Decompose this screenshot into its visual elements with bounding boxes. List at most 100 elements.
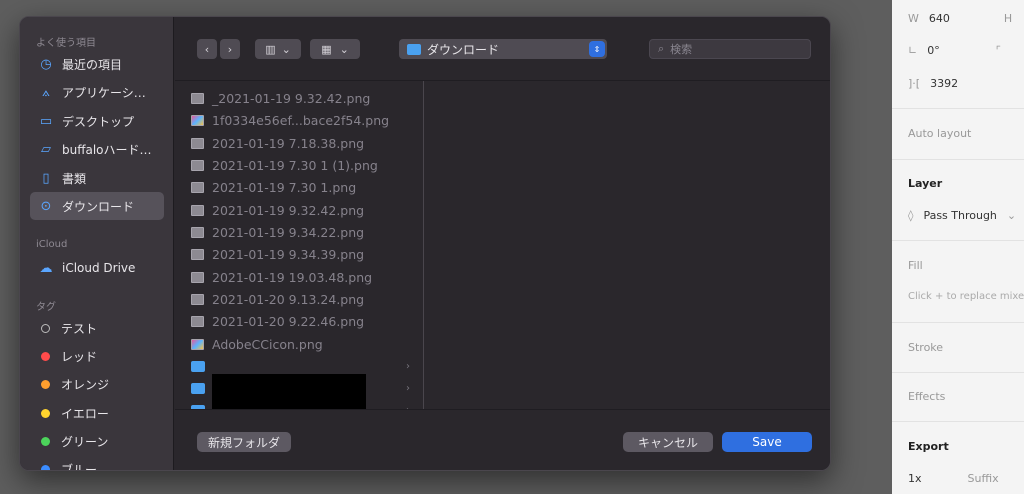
folder-item[interactable]: › [191,356,423,376]
sidebar-item-label: デスクトップ [62,114,135,129]
file-item[interactable]: 2021-01-19 7.30 1.png [191,177,356,197]
forward-button[interactable]: › [220,39,240,59]
save-button[interactable]: Save [722,432,812,452]
chevron-right-icon: › [406,382,410,394]
properties-panel: W 640 H ∟ 0° ⌜ ]·[ 3392 Auto layout Laye… [892,0,1024,494]
folder-icon [407,43,421,55]
columns-icon: ▥ [265,42,276,56]
rotation-value[interactable]: 0° [927,44,940,57]
width-value[interactable]: 640 [929,12,950,25]
dialog-bottom-bar: 新規フォルダ キャンセル Save [175,409,830,470]
file-item[interactable]: _2021-01-19 9.32.42.png [191,88,370,108]
folder-icon [191,382,205,394]
sidebar-item-icloud-drive[interactable]: ☁ iCloud Drive [30,254,164,282]
file-item[interactable]: 1f0334e56ef...bace2f54.png [191,110,389,130]
sidebar-item-downloads[interactable]: ⊙ ダウンロード [30,192,164,220]
fill-section-title: Fill [908,259,923,272]
cancel-button[interactable]: キャンセル [623,432,713,452]
file-item[interactable]: 2021-01-19 9.34.39.png [191,244,364,264]
divider [892,372,1024,373]
icon-view-button[interactable]: ▦ ⌄ [310,39,360,59]
file-name: AdobeCCicon.png [212,336,323,352]
sidebar-item-applications[interactable]: ⟑ アプリケーシ… [30,78,164,106]
sidebar-tag-blue[interactable]: ブルー [30,455,164,471]
desktop-icon: ▭ [39,113,53,129]
blend-mode-select[interactable]: ◊ Pass Through ⌄ [908,209,1016,222]
sidebar-tag-test[interactable]: テスト [30,314,164,342]
file-name: 2021-01-19 19.03.48.png [212,269,373,285]
sidebar-item-label: 最近の項目 [62,57,123,72]
sidebar-tag-label: グリーン [61,434,109,449]
file-item[interactable]: 2021-01-19 19.03.48.png [191,267,372,287]
tag-red-dot-icon [41,351,50,361]
stroke-section-title[interactable]: Stroke [908,341,943,354]
file-item[interactable]: 2021-01-19 7.18.38.png [191,133,364,153]
back-button[interactable]: ‹ [197,39,217,59]
export-scale[interactable]: 1x [908,472,922,485]
rotation-row[interactable]: ∟ 0° ⌜ [908,44,1001,57]
sidebar-item-recents[interactable]: ◷ 最近の項目 [30,50,164,78]
sidebar-tag-red[interactable]: レッド [30,342,164,370]
new-folder-button[interactable]: 新規フォルダ [197,432,291,452]
width-label: W [908,12,919,25]
download-icon: ⊙ [40,198,52,214]
search-field[interactable]: ⌕ 検索 [649,39,811,59]
blend-drop-icon: ◊ [908,209,914,222]
sidebar-item-label: ダウンロード [62,199,135,214]
sidebar-tag-green[interactable]: グリーン [30,427,164,455]
preview-pane [425,81,830,409]
file-item[interactable]: 2021-01-20 9.22.46.png [191,311,364,331]
image-file-color-icon [191,114,204,126]
layer-section-title: Layer [908,177,943,190]
effects-section-title[interactable]: Effects [908,390,945,403]
chevron-down-icon: ⌄ [339,42,349,56]
spacing-value[interactable]: 3392 [930,77,958,90]
sidebar-tag-label: オレンジ [61,377,110,392]
image-file-icon [191,159,204,171]
width-row[interactable]: W 640 H [908,12,1012,25]
tag-empty-icon [41,323,50,333]
spacing-row[interactable]: ]·[ 3392 [908,77,958,90]
file-name: 2021-01-20 9.22.46.png [212,313,365,329]
dialog-toolbar: ‹ › ▥ ⌄ ▦ ⌄ ダウンロード ⇕ ⌕ 検索 [175,17,830,81]
file-item[interactable]: 2021-01-20 9.13.24.png [191,289,364,309]
sidebar-tag-orange[interactable]: オレンジ [30,370,164,398]
column-view-button[interactable]: ▥ ⌄ [255,39,301,59]
file-item[interactable]: 2021-01-19 9.32.42.png [191,200,364,220]
divider [892,322,1024,323]
image-file-icon [191,226,204,238]
sidebar-item-label: buffaloハード… [62,142,152,157]
file-item[interactable]: AdobeCCicon.png [191,334,323,354]
location-popup[interactable]: ダウンロード ⇕ [399,39,607,59]
redaction-block [212,374,366,409]
file-name: 2021-01-19 7.18.38.png [212,135,365,151]
file-name: 2021-01-19 9.32.42.png [212,202,365,218]
export-row[interactable]: 1x Suffix [908,472,999,485]
fill-hint: Click + to replace mixe [908,291,1024,302]
sidebar-tag-yellow[interactable]: イエロー [30,399,164,427]
image-file-icon [191,137,204,149]
export-suffix-input[interactable]: Suffix [968,472,999,485]
icloud-header: iCloud [36,239,68,250]
sidebar-tag-label: レッド [61,349,98,364]
sidebar-tag-label: ブルー [61,462,98,471]
cloud-icon: ☁ [39,260,53,276]
sidebar-item-label: iCloud Drive [62,261,136,275]
image-file-icon [191,271,204,283]
file-item[interactable]: 2021-01-19 7.30 1 (1).png [191,155,378,175]
sidebar-item-documents[interactable]: ▯ 書類 [30,164,164,192]
tag-blue-dot-icon [41,464,50,470]
chevron-left-icon: ‹ [204,42,210,56]
auto-layout-label[interactable]: Auto layout [908,127,971,140]
file-name: 2021-01-19 7.30 1.png [212,179,357,195]
tag-orange-dot-icon [41,379,50,389]
clock-icon: ◷ [40,56,52,72]
applications-icon: ⟑ [42,84,50,100]
sidebar-item-desktop[interactable]: ▭ デスクトップ [30,107,164,135]
sidebar-item-buffalo-drive[interactable]: ▱ buffaloハード… [30,135,164,163]
folder-icon [191,360,205,372]
up-down-chevron-icon: ⇕ [589,41,605,57]
file-item[interactable]: 2021-01-19 9.34.22.png [191,222,364,242]
sidebar-item-label: 書類 [62,171,87,186]
folder-icon: ▱ [41,141,51,157]
